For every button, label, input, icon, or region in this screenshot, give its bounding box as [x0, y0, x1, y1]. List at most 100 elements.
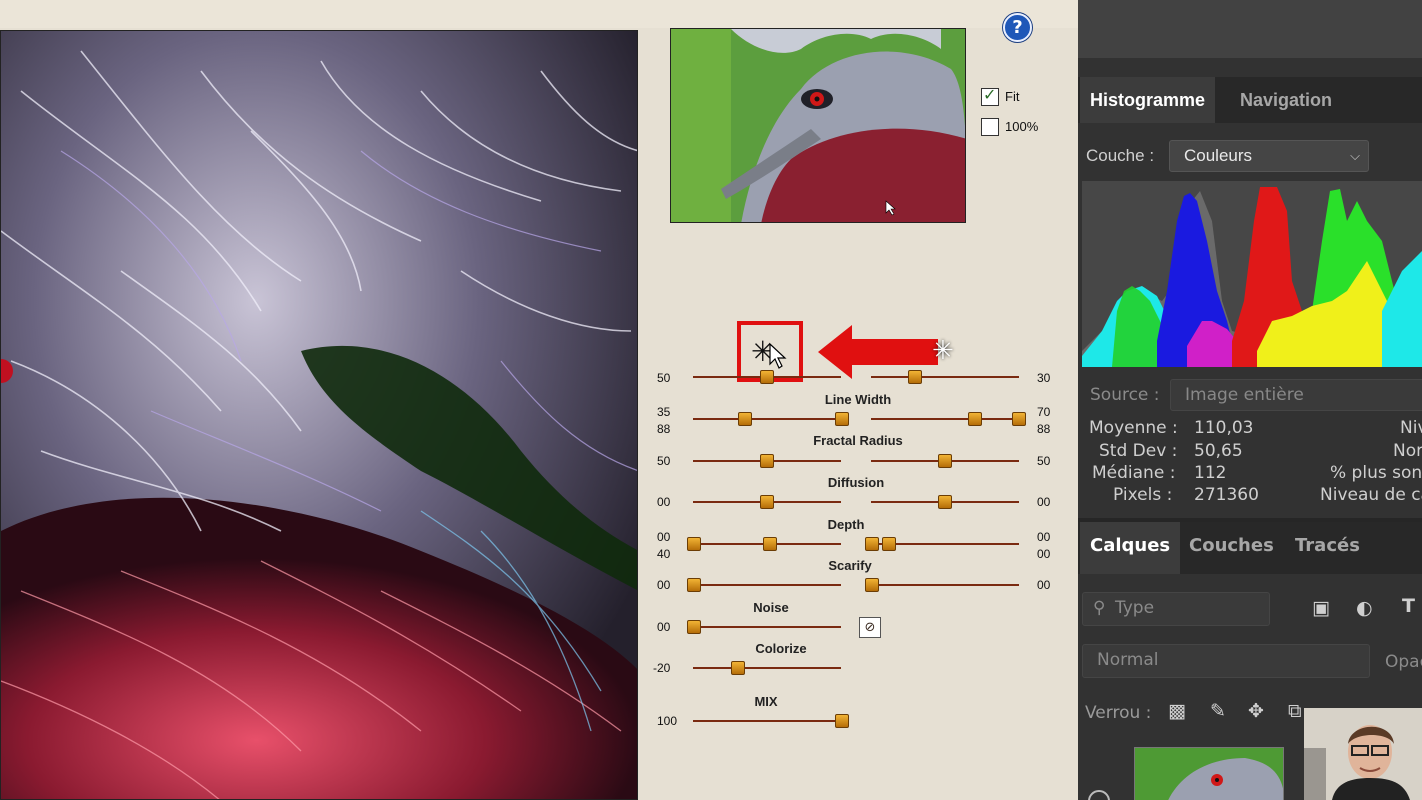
- mix-value: 100: [657, 714, 678, 728]
- navigator-thumbnail[interactable]: [670, 28, 966, 223]
- line-width-right-track[interactable]: [871, 418, 1019, 420]
- scarify-left-knob[interactable]: [687, 578, 701, 592]
- colorize-knob[interactable]: [731, 661, 745, 675]
- preview-canvas[interactable]: [0, 30, 638, 800]
- stddev-value: 50,65: [1194, 441, 1243, 461]
- noise-value: 00: [657, 620, 671, 634]
- mix-knob[interactable]: [835, 714, 849, 728]
- scarify-label: Scarify: [828, 558, 872, 573]
- adjustment-filter-icon[interactable]: ◐: [1356, 597, 1373, 619]
- blend-mode-select[interactable]: Normal: [1082, 644, 1370, 678]
- slider-1-right-knob[interactable]: [908, 370, 922, 384]
- lock-brush-icon[interactable]: ✎: [1210, 700, 1226, 722]
- slider-1-right-track[interactable]: [871, 376, 1019, 378]
- source-label: Source :: [1090, 385, 1160, 405]
- help-button[interactable]: ?: [1003, 13, 1032, 42]
- noise-knob[interactable]: [687, 620, 701, 634]
- mix-label: MIX: [754, 694, 778, 709]
- couche-value: Couleurs: [1184, 146, 1253, 165]
- depth-right-value: 00: [1037, 530, 1051, 544]
- mix-track[interactable]: [693, 720, 841, 722]
- stat-right-4: Niveau de ca: [1320, 485, 1422, 505]
- scarify-left-value: 00: [657, 578, 671, 592]
- fit-label: Fit: [1005, 89, 1020, 104]
- histogram-chart: [1082, 181, 1422, 367]
- depth-left-knob[interactable]: [687, 537, 701, 551]
- lock-artboard-icon[interactable]: ⧉: [1288, 700, 1302, 722]
- noise-track[interactable]: [693, 626, 841, 628]
- line-width-right-value-2: 88: [1037, 422, 1051, 436]
- pixels-value: 271360: [1194, 485, 1259, 505]
- scarify-left-track[interactable]: [693, 584, 841, 586]
- fractal-radius-right-value: 50: [1037, 454, 1051, 468]
- couche-select[interactable]: Couleurs ⌵: [1169, 140, 1369, 172]
- fractalius-plugin-window: ? Fit 100% ✳ ✳ 50 30 Line Width 35 88 70: [0, 0, 1078, 800]
- depth-right-value-2: 00: [1037, 547, 1051, 561]
- stat-right-2: Nor: [1393, 441, 1422, 461]
- seed-icon: ⊘: [864, 620, 876, 635]
- scarify-right-value: 00: [1037, 578, 1051, 592]
- depth-right-knob[interactable]: [865, 537, 879, 551]
- diffusion-right-knob[interactable]: [938, 495, 952, 509]
- diffusion-left-value: 00: [657, 495, 671, 509]
- diffusion-right-value: 00: [1037, 495, 1051, 509]
- slider-1-left-knob[interactable]: [760, 370, 774, 384]
- colorize-label: Colorize: [755, 641, 807, 656]
- moyenne-label: Moyenne :: [1089, 418, 1178, 438]
- line-width-left-track[interactable]: [693, 418, 841, 420]
- diffusion-left-knob[interactable]: [760, 495, 774, 509]
- fractal-radius-left-value: 50: [657, 454, 671, 468]
- colorize-track[interactable]: [693, 667, 841, 669]
- fractal-radius-label: Fractal Radius: [813, 433, 903, 448]
- depth-label: Depth: [827, 517, 865, 532]
- tab-histogramme[interactable]: Histogramme: [1080, 77, 1216, 123]
- tab-navigation[interactable]: Navigation: [1230, 77, 1342, 123]
- layer-thumbnail[interactable]: [1134, 747, 1284, 800]
- blend-mode-value: Normal: [1097, 650, 1159, 670]
- depth-left-value: 00: [657, 530, 671, 544]
- panel-top-strip: [1078, 0, 1422, 58]
- slider-1-right-value: 30: [1037, 371, 1051, 385]
- depth-right-knob-2[interactable]: [882, 537, 896, 551]
- search-icon: ⚲: [1093, 598, 1106, 618]
- tab-traces[interactable]: Tracés: [1285, 522, 1370, 574]
- colorize-value: -20: [653, 661, 671, 675]
- line-width-left-knob[interactable]: [738, 412, 752, 426]
- layers-panel-tabs: Calques Couches Tracés: [1078, 522, 1422, 574]
- webcam-overlay: [1304, 708, 1422, 800]
- slider-1-left-value: 50: [657, 371, 671, 385]
- moyenne-value: 110,03: [1194, 418, 1254, 438]
- type-filter-icon[interactable]: T: [1402, 595, 1415, 617]
- fractal-radius-left-knob[interactable]: [760, 454, 774, 468]
- plugin-topbar: [0, 0, 1078, 28]
- zoom-100-label: 100%: [1005, 119, 1039, 134]
- zoom-100-checkbox[interactable]: [981, 118, 999, 136]
- line-width-left-value-2: 88: [657, 422, 671, 436]
- depth-left-knob-2[interactable]: [763, 537, 777, 551]
- sparkle-cursor-icon: ✳: [932, 336, 954, 366]
- diffusion-label: Diffusion: [827, 475, 885, 490]
- opacity-label: Opac: [1385, 652, 1422, 672]
- line-width-right-knob-2[interactable]: [1012, 412, 1026, 426]
- layer-filter-select[interactable]: ⚲ Type: [1082, 592, 1270, 626]
- line-width-left-value: 35: [657, 405, 671, 419]
- line-width-right-knob[interactable]: [968, 412, 982, 426]
- source-value: Image entière: [1185, 385, 1304, 405]
- tab-couches[interactable]: Couches: [1179, 522, 1284, 574]
- stat-right-3: % plus son: [1330, 463, 1422, 483]
- tab-calques[interactable]: Calques: [1080, 522, 1181, 574]
- source-select[interactable]: Image entière: [1170, 379, 1422, 411]
- scarify-right-knob[interactable]: [865, 578, 879, 592]
- stddev-label: Std Dev :: [1099, 441, 1178, 461]
- fit-checkbox[interactable]: [981, 85, 999, 106]
- line-width-right-value: 70: [1037, 405, 1051, 419]
- lock-transparency-icon[interactable]: ▩: [1168, 700, 1186, 722]
- seed-button[interactable]: ⊘: [859, 617, 881, 638]
- line-width-left-knob-2[interactable]: [835, 412, 849, 426]
- couche-label: Couche :: [1086, 146, 1155, 165]
- histogram-panel-tabs: Histogramme Navigation: [1078, 77, 1422, 123]
- lock-move-icon[interactable]: ✥: [1248, 700, 1264, 722]
- scarify-right-track[interactable]: [871, 584, 1019, 586]
- fractal-radius-right-knob[interactable]: [938, 454, 952, 468]
- image-filter-icon[interactable]: ▣: [1312, 597, 1330, 619]
